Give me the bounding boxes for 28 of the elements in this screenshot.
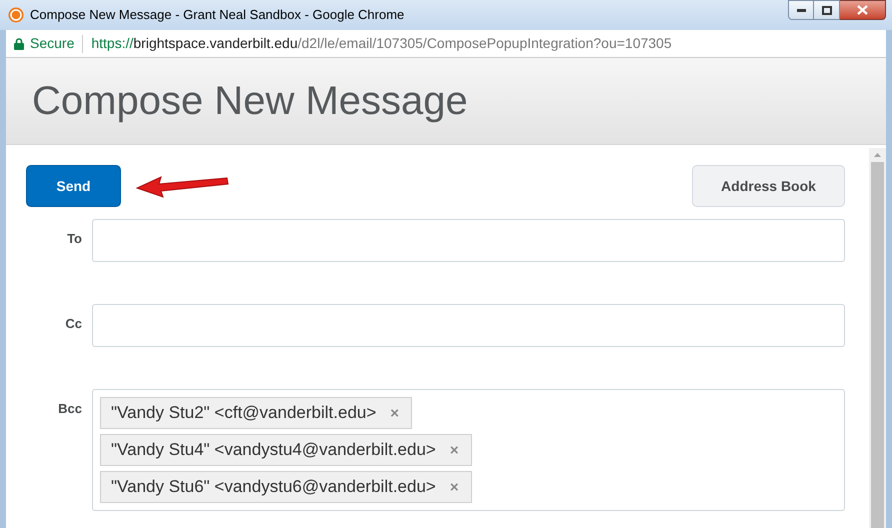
field-label: Bcc	[57, 400, 83, 418]
remove-button[interactable]: ×	[450, 480, 459, 494]
lock-icon	[14, 38, 24, 50]
field-label: To	[66, 230, 83, 248]
address-book-button[interactable]: Address Book	[692, 165, 845, 207]
window-title: Compose New Message - Grant Neal Sandbox - Google Chrome	[30, 6, 404, 24]
minimize-icon	[796, 8, 806, 12]
page-heading: Compose New Message	[32, 78, 468, 125]
recipient-address: "Vandy Stu6" <vandystu6@vanderbilt.edu>	[111, 476, 436, 498]
remove-button[interactable]: ×	[390, 406, 400, 420]
minimize-button[interactable]	[788, 0, 814, 20]
recipient-field[interactable]	[92, 219, 845, 262]
url-text[interactable]: https://brightspace.vanderbilt.edu/d2l/le/email/107305/ComposePopupIntegration?ou=107305	[91, 33, 672, 54]
close-icon	[857, 5, 868, 15]
close-button[interactable]	[840, 0, 886, 20]
recipient-field[interactable]	[92, 304, 845, 347]
field-label: Cc	[64, 315, 83, 333]
scrollbar-thumb[interactable]	[871, 162, 884, 528]
recipient-address: "Vandy Stu4" <vandystu4@vanderbilt.edu>	[111, 439, 436, 462]
send-button[interactable]: Send	[26, 165, 121, 207]
scrollbar[interactable]	[869, 148, 886, 528]
maximize-button[interactable]	[814, 0, 840, 20]
secure-label: Secure	[30, 34, 74, 53]
recipient-address: "Vandy Stu2" <cft@vanderbilt.edu>	[111, 402, 376, 424]
recipient-field[interactable]: "Vandy Stu2" <cft@vanderbilt.edu> × "Vandy Stu4" <vandystu4@vanderbilt.edu> × "Vandy Stu6" <vandystu6@vanderbilt.edu> ×	[92, 389, 845, 511]
app-logo-icon	[8, 7, 24, 23]
maximize-icon	[822, 6, 832, 14]
remove-button[interactable]: ×	[450, 442, 459, 458]
